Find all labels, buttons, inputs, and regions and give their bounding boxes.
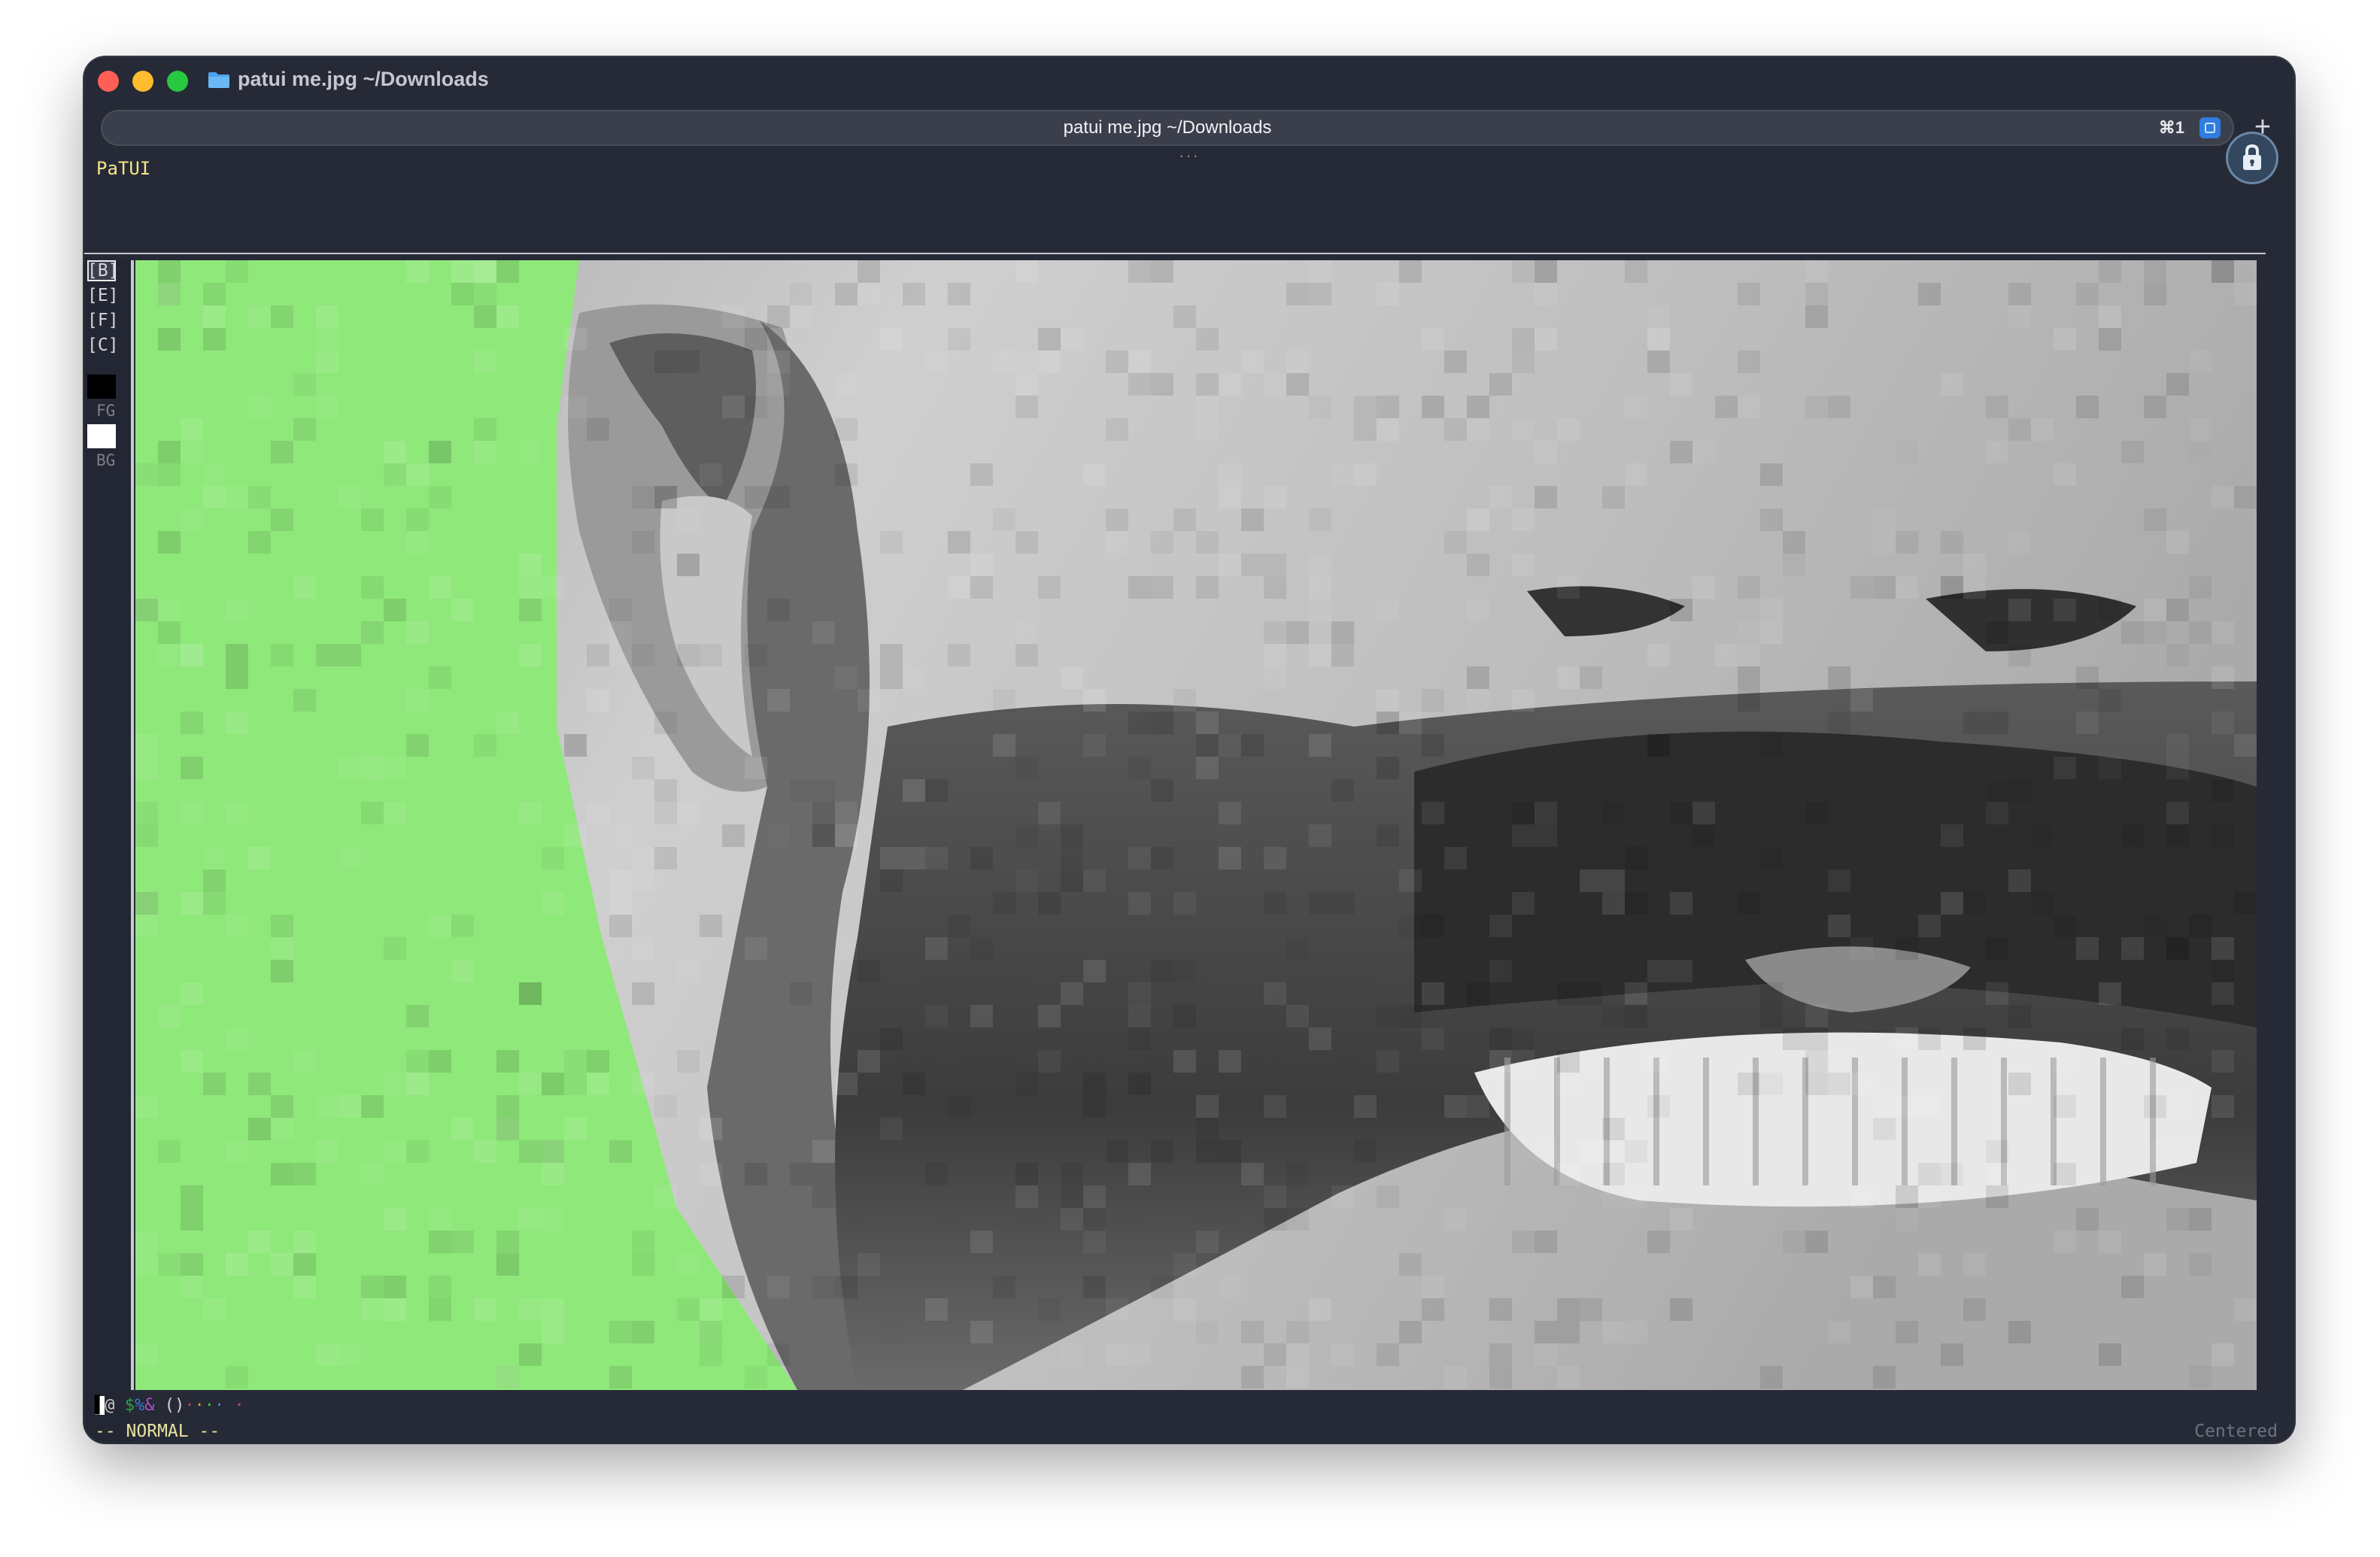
- tool-eraser[interactable]: [E]: [87, 285, 119, 306]
- app-title: PaTUI: [96, 158, 151, 179]
- charset-glyph[interactable]: ): [175, 1396, 184, 1415]
- tab-active[interactable]: patui me.jpg ~/Downloads: [101, 117, 2234, 138]
- charset-palette[interactable]: ▌@ $%& ()···· ·: [95, 1396, 244, 1419]
- charset-glyphs[interactable]: ▌@ $%& ()···· ·: [95, 1396, 244, 1415]
- alignment-indicator: Centered: [2194, 1422, 2278, 1441]
- background-color-swatch[interactable]: [87, 424, 116, 448]
- charset-glyph[interactable]: ·: [205, 1396, 214, 1415]
- tool-color-picker[interactable]: [C]: [87, 335, 119, 356]
- drawing-canvas[interactable]: [135, 260, 2257, 1390]
- foreground-color-swatch[interactable]: [87, 375, 116, 399]
- charset-glyph[interactable]: $: [125, 1396, 135, 1415]
- title-bar[interactable]: patui me.jpg ~/Downloads: [84, 57, 2294, 105]
- close-window-button[interactable]: [98, 71, 119, 92]
- charset-glyph[interactable]: ▌: [95, 1396, 105, 1415]
- maximize-window-button[interactable]: [167, 71, 188, 92]
- minimize-window-button[interactable]: [132, 71, 153, 92]
- terminal-content[interactable]: PaTUI [B] [E] [F] [C] FG BG ▌@ $%& ()···…: [84, 155, 2294, 1443]
- folder-icon: [208, 72, 229, 88]
- tab-overview-icon[interactable]: [2199, 117, 2221, 138]
- tool-sidebar: [B] [E] [F] [C] FG BG: [84, 259, 131, 1443]
- header-divider: [84, 253, 2266, 254]
- tab-shortcut-label: ⌘1: [2158, 118, 2184, 137]
- foreground-label: FG: [96, 402, 116, 420]
- tool-fill[interactable]: [F]: [87, 310, 119, 331]
- charset-glyph[interactable]: [155, 1396, 165, 1415]
- charset-glyph[interactable]: [115, 1396, 125, 1415]
- charset-glyph[interactable]: ·: [195, 1396, 205, 1415]
- tab-bar: patui me.jpg ~/Downloads ⌘1: [101, 110, 2234, 146]
- charset-glyph[interactable]: ·: [235, 1396, 244, 1415]
- canvas-divider: [131, 260, 134, 1390]
- charset-glyph[interactable]: &: [144, 1396, 154, 1415]
- background-label: BG: [96, 451, 116, 469]
- lock-button[interactable]: [2228, 134, 2276, 182]
- charset-glyph[interactable]: ·: [184, 1396, 194, 1415]
- charset-glyph[interactable]: (: [165, 1396, 175, 1415]
- mode-indicator: -- NORMAL --: [95, 1422, 220, 1441]
- tool-brush[interactable]: [B]: [87, 260, 119, 281]
- charset-glyph[interactable]: @: [105, 1396, 114, 1415]
- charset-glyph[interactable]: ·: [214, 1396, 224, 1415]
- terminal-window: patui me.jpg ~/Downloads patui me.jpg ~/…: [84, 57, 2294, 1443]
- charset-glyph[interactable]: [224, 1396, 234, 1415]
- pixel-art-portrait[interactable]: [135, 260, 2257, 1390]
- lock-icon: [2243, 144, 2261, 170]
- charset-glyph[interactable]: %: [135, 1396, 144, 1415]
- window-title: patui me.jpg ~/Downloads: [238, 68, 489, 90]
